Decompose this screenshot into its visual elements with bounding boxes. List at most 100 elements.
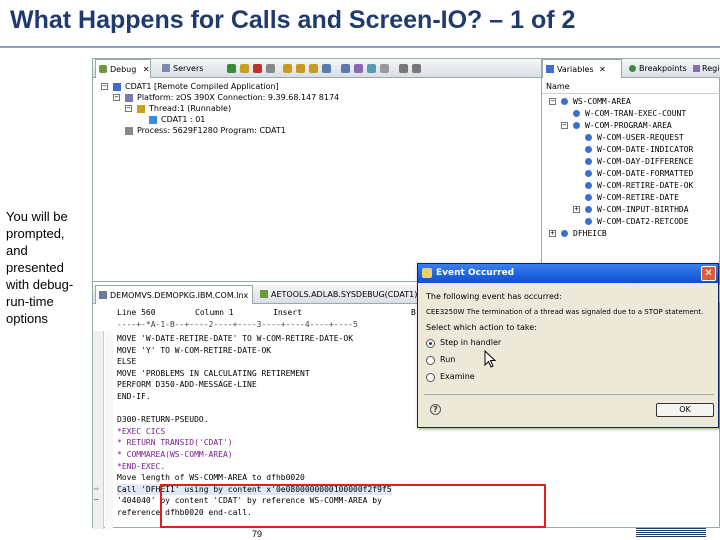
collapse-icon[interactable]: − — [125, 105, 132, 112]
slide-side-text: You will be prompted, and presented with… — [6, 209, 74, 326]
server-icon — [162, 64, 170, 72]
variable-icon — [585, 158, 592, 165]
maximize-icon[interactable] — [412, 64, 421, 73]
radio-button[interactable] — [426, 356, 435, 365]
variable-icon — [585, 218, 592, 225]
line-marker-icon: – — [94, 495, 99, 505]
collapse-icon[interactable]: − — [549, 98, 556, 105]
code-line[interactable]: MOVE 'Y' TO W-COM-RETIRE-DATE-OK — [117, 345, 271, 356]
code-line[interactable]: D300-RETURN-PSEUDO. — [117, 414, 209, 425]
status-mode: Insert — [273, 308, 302, 317]
collapse-icon[interactable]: − — [561, 122, 568, 129]
radio-button[interactable] — [426, 339, 435, 348]
stack-frame-icon — [149, 116, 157, 124]
collapse-icon[interactable]: − — [101, 83, 108, 90]
application-icon — [113, 83, 121, 91]
expand-icon[interactable]: + — [573, 206, 580, 213]
breakpoint-icon — [629, 65, 636, 72]
disconnect-icon[interactable] — [266, 64, 275, 73]
variable-icon — [573, 122, 580, 129]
code-line[interactable]: *EXEC CICS — [117, 426, 165, 437]
editor-ruler: ----+-*A-1-B--+----2----+----3----+----4… — [117, 320, 358, 329]
close-icon[interactable]: ✕ — [599, 65, 606, 74]
dialog-message: The following event has occurred: — [426, 292, 562, 301]
tab-debug[interactable]: Debug ✕ — [95, 59, 151, 78]
code-line[interactable]: PERFORM D350-ADD-MESSAGE-LINE — [117, 379, 257, 390]
page-number: 79 — [252, 529, 263, 539]
editor-gutter[interactable]: ⇨ – — [93, 331, 104, 529]
terminate-icon[interactable] — [253, 64, 262, 73]
step-over-icon[interactable] — [296, 64, 305, 73]
view-menu-icon[interactable] — [380, 64, 389, 73]
variable-icon — [585, 206, 592, 213]
radio-button[interactable] — [426, 373, 435, 382]
file-icon — [260, 290, 268, 298]
tab-servers[interactable]: Servers — [159, 59, 215, 78]
step-return-icon[interactable] — [309, 64, 318, 73]
event-icon — [422, 268, 432, 278]
editor-status-bar: Line 560 Column 1 Insert B — [117, 307, 416, 318]
debug-view-tabbar: Debug ✕ Servers — [93, 59, 541, 78]
code-line[interactable]: MOVE 'PROBLEMS IN CALCULATING RETIREMENT — [117, 368, 310, 379]
step-filter-icon[interactable] — [341, 64, 350, 73]
thread-icon — [137, 105, 145, 113]
status-column: Column 1 — [195, 308, 234, 317]
code-line[interactable]: ELSE — [117, 356, 136, 367]
variable-icon — [573, 110, 580, 117]
close-icon[interactable]: ✕ — [701, 266, 716, 281]
editor-margin — [105, 331, 113, 529]
current-line-icon: ⇨ — [94, 483, 99, 493]
title-divider — [0, 46, 720, 48]
expand-icon[interactable]: + — [549, 230, 556, 237]
slide-title: What Happens for Calls and Screen-IO? – … — [10, 6, 576, 34]
event-occurred-dialog: Event Occurred ✕ The following event has… — [417, 263, 719, 428]
tab-breakpoints[interactable]: Breakpoints — [626, 59, 688, 78]
process-icon — [125, 127, 133, 135]
ok-button[interactable]: OK — [656, 403, 714, 417]
minimize-icon[interactable] — [399, 64, 408, 73]
dialog-event-line: CEE3250W The termination of a thread was… — [426, 308, 704, 316]
registers-icon — [693, 65, 700, 72]
tab-variables[interactable]: Variables ✕ — [542, 59, 622, 78]
code-line[interactable]: END-IF. — [117, 391, 151, 402]
code-line[interactable]: MOVE 'W-DATE-RETIRE-DATE' TO W-COM-RETIR… — [117, 333, 353, 344]
mouse-cursor-icon — [484, 350, 496, 368]
code-line[interactable]: * COMMAREA(WS-COMM-AREA) — [117, 449, 233, 460]
suspend-icon[interactable] — [240, 64, 249, 73]
variable-icon — [585, 146, 592, 153]
variable-icon — [585, 194, 592, 201]
tab-registers[interactable]: Regi — [690, 59, 720, 78]
code-line[interactable]: Move length of WS-COMM-AREA to dfhb0020 — [117, 472, 305, 483]
variable-icon — [585, 170, 592, 177]
tab-editor-lnx[interactable]: DEMOMVS.DEMOPKG.IBM.COM.lnx — [95, 285, 253, 304]
help-icon[interactable]: ? — [430, 404, 441, 415]
slide: What Happens for Calls and Screen-IO? – … — [0, 0, 720, 540]
tab-editor-source[interactable]: AETOOLS.ADLAB.SYSDEBUG(CDAT1).c — [257, 285, 427, 304]
variables-view-tabbar: Variables ✕ Breakpoints Regi — [542, 59, 720, 78]
drop-frame-icon[interactable] — [367, 64, 376, 73]
bug-icon — [99, 65, 107, 73]
platform-icon — [125, 94, 133, 102]
header-divider — [542, 93, 720, 94]
resume-icon[interactable] — [227, 64, 236, 73]
code-line[interactable]: * RETURN TRANSID('CDAT') — [117, 437, 233, 448]
variable-icon — [561, 98, 568, 105]
dialog-titlebar[interactable]: Event Occurred — [418, 264, 718, 283]
step-into-icon[interactable] — [283, 64, 292, 73]
jump-icon[interactable] — [354, 64, 363, 73]
status-extra: B — [411, 308, 416, 317]
close-icon[interactable]: ✕ — [143, 65, 150, 74]
ibm-logo — [636, 528, 706, 538]
file-icon — [99, 291, 107, 299]
dialog-prompt: Select which action to take: — [426, 323, 537, 332]
variables-column-header[interactable]: Name — [546, 81, 570, 93]
code-line[interactable]: *END-EXEC. — [117, 461, 165, 472]
variables-icon — [546, 65, 554, 73]
variable-icon — [585, 182, 592, 189]
collapse-icon[interactable]: − — [113, 94, 120, 101]
highlight-box — [160, 484, 546, 528]
dialog-divider — [424, 394, 714, 395]
variable-icon — [585, 134, 592, 141]
animate-icon[interactable] — [322, 64, 331, 73]
status-line: Line 560 — [117, 308, 156, 317]
